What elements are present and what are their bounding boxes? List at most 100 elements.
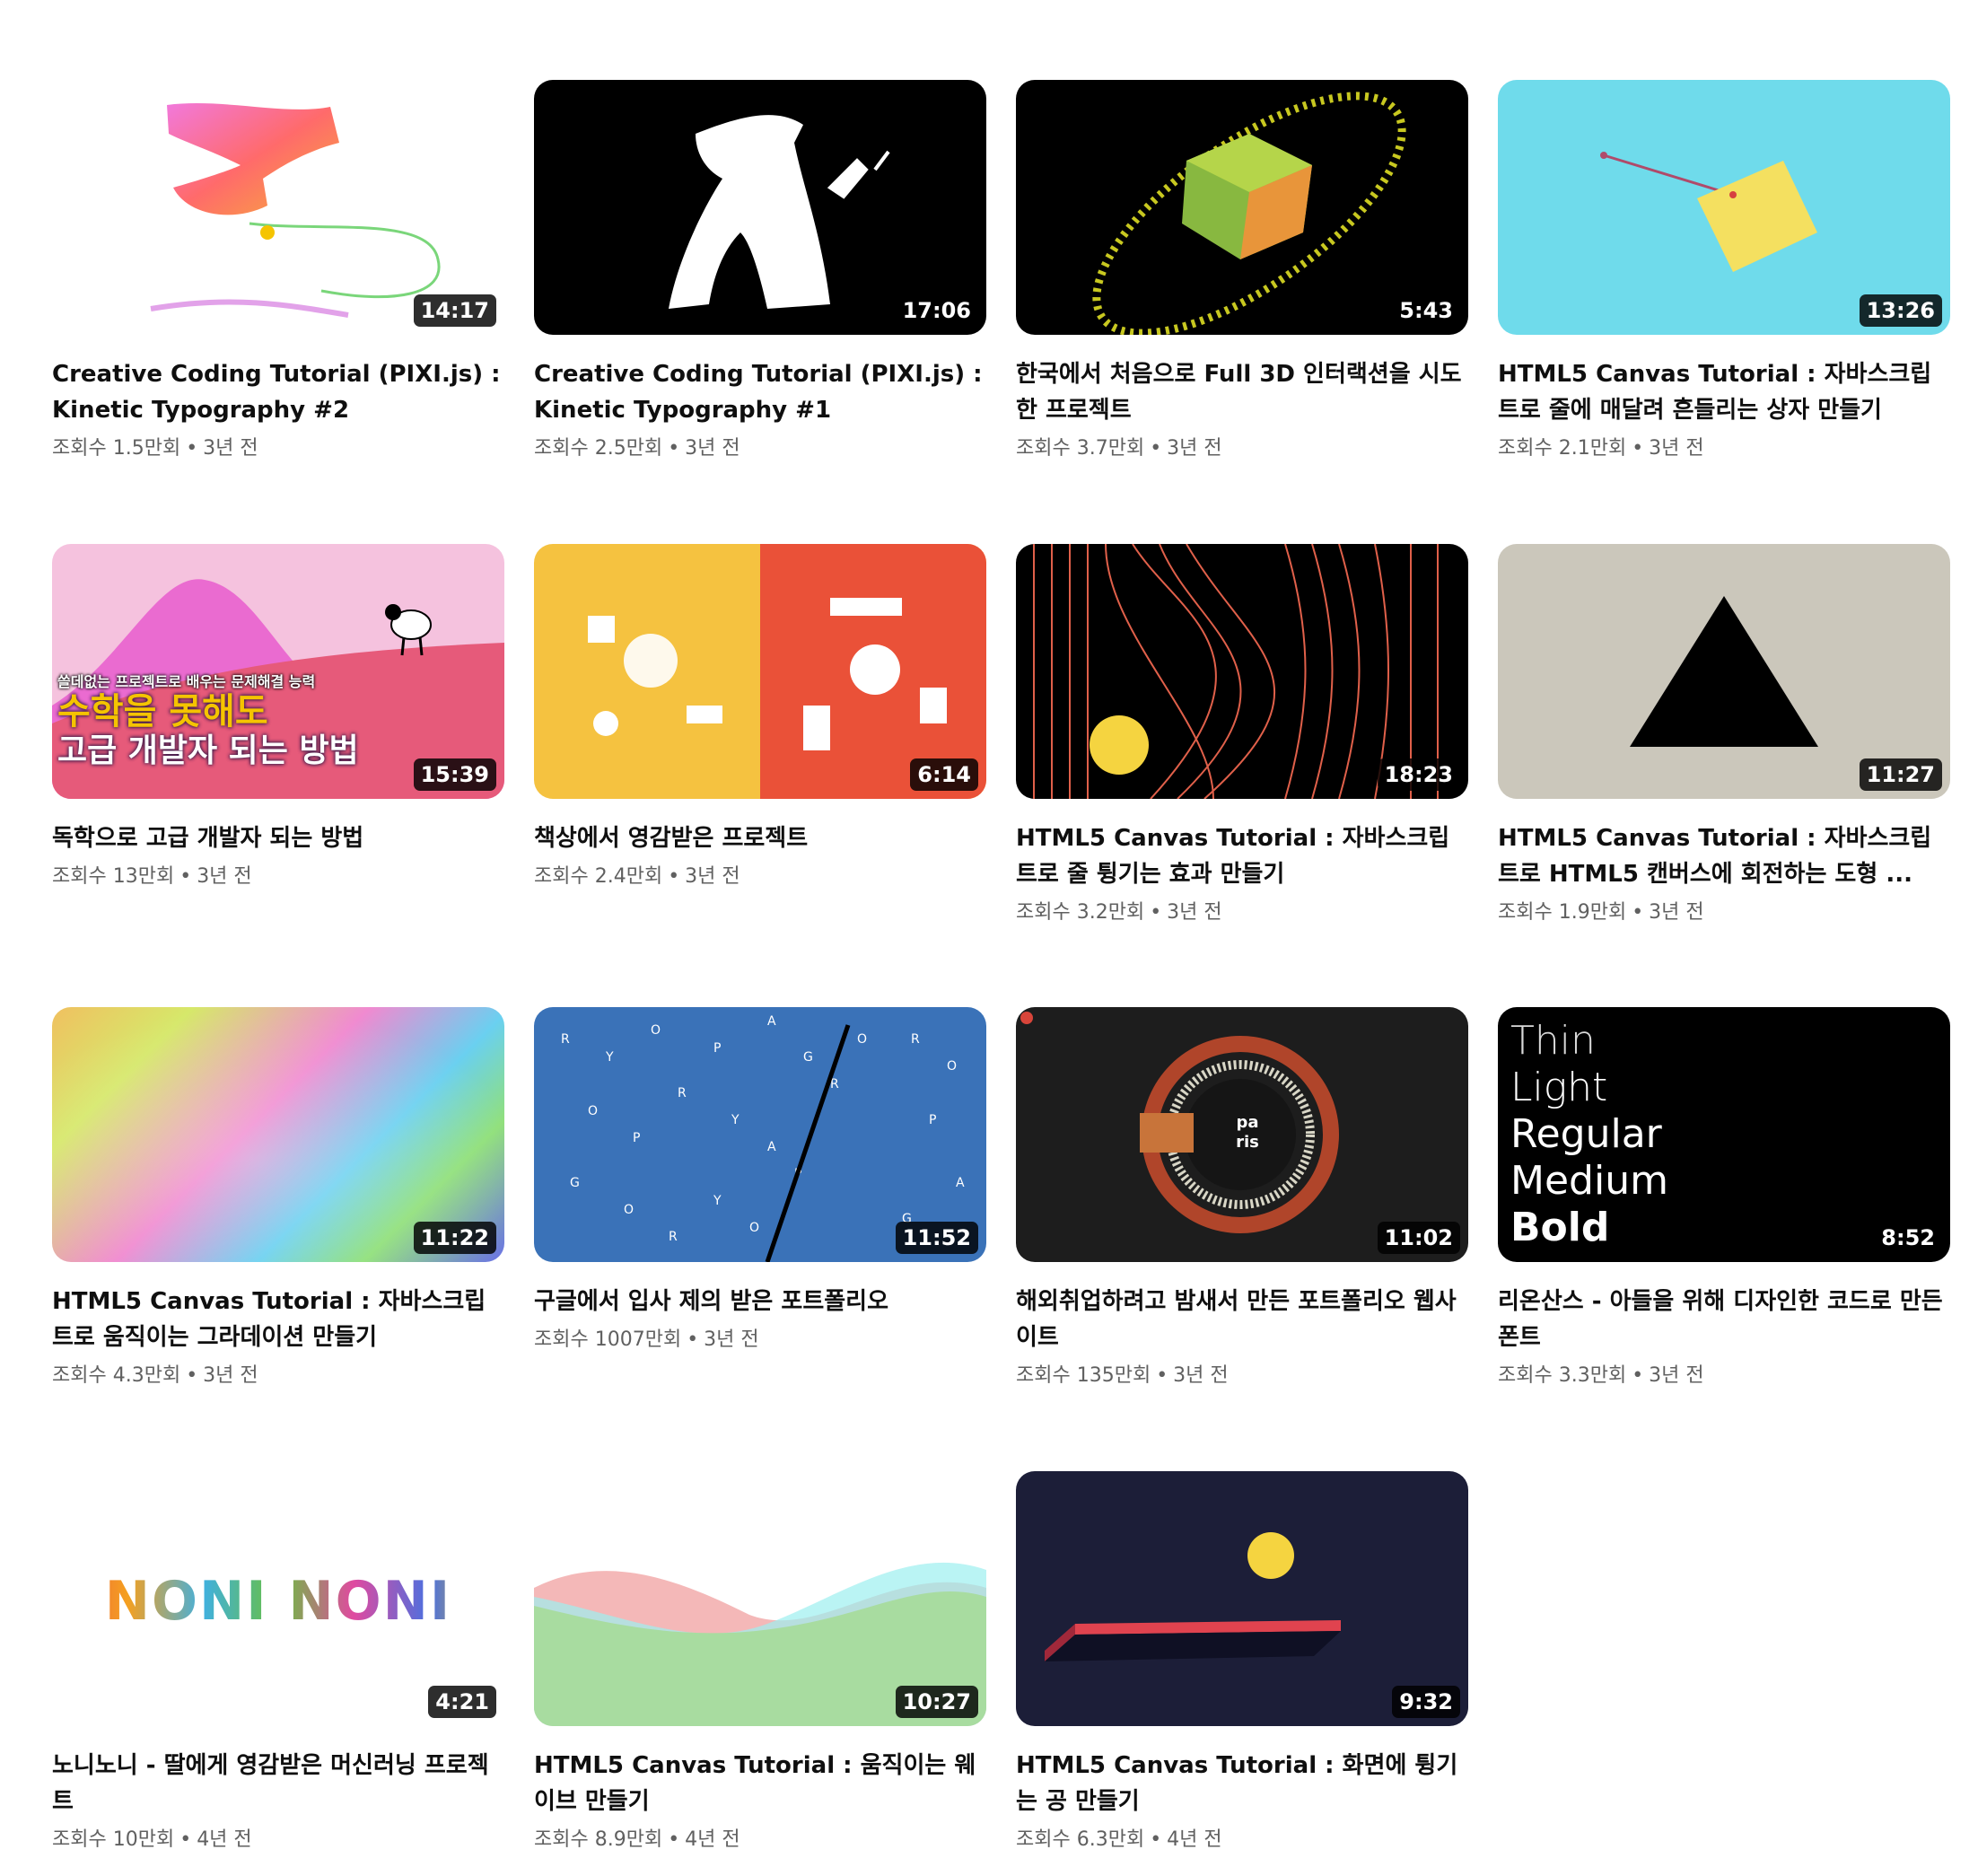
video-card[interactable]: 13:26 HTML5 Canvas Tutorial : 자바스크립트로 줄에…: [1498, 80, 1950, 462]
video-title[interactable]: 리온산스 - 아들을 위해 디자인한 코드로 만든 폰트: [1498, 1284, 1950, 1355]
svg-text:O: O: [947, 1059, 957, 1074]
video-card[interactable]: Thin Light Regular Medium Bold 8:52 리온산스…: [1498, 1007, 1950, 1389]
video-title[interactable]: 해외취업하려고 밤새서 만든 포트폴리오 웹사이트: [1016, 1284, 1468, 1355]
duration-badge: 11:52: [895, 1222, 978, 1254]
video-title[interactable]: 구글에서 입사 제의 받은 포트폴리오: [534, 1284, 986, 1319]
upload-age: 4년 전: [1167, 1828, 1222, 1851]
weight-medium: Medium: [1510, 1158, 1668, 1204]
video-thumbnail[interactable]: 쓸데없는 프로젝트로 배우는 문제해결 능력 수학을 못해도 고급 개발자 되는…: [52, 544, 504, 799]
duration-badge: 11:27: [1859, 758, 1942, 791]
svg-text:G: G: [803, 1050, 813, 1065]
meta-separator: •: [668, 437, 680, 460]
svg-text:O: O: [624, 1203, 634, 1217]
video-card[interactable]: 6:14 책상에서 영감받은 프로젝트 조회수 2.4만회 • 3년 전: [534, 544, 986, 890]
svg-text:O: O: [749, 1221, 759, 1235]
video-card[interactable]: 14:17 Creative Coding Tutorial (PIXI.js)…: [52, 80, 504, 462]
svg-text:P: P: [633, 1131, 640, 1145]
video-card[interactable]: RYOP AGRO OPRY APGO RYOR OPAG 11:52 구글에서…: [534, 1007, 986, 1354]
weight-light: Light: [1510, 1065, 1608, 1110]
duration-badge: 17:06: [895, 294, 978, 327]
svg-text:Y: Y: [731, 1113, 740, 1127]
video-thumbnail[interactable]: pa ris 11:02: [1016, 1007, 1468, 1262]
video-thumbnail[interactable]: 10:27: [534, 1471, 986, 1726]
video-card[interactable]: pa ris 11:02 해외취업하려고 밤새서 만든 포트폴리오 웹사이트 조…: [1016, 1007, 1468, 1389]
video-card[interactable]: 10:27 HTML5 Canvas Tutorial : 움직이는 웨이브 만…: [534, 1471, 986, 1854]
video-card[interactable]: 9:32 HTML5 Canvas Tutorial : 화면에 튕기는 공 만…: [1016, 1471, 1468, 1854]
video-thumbnail[interactable]: 6:14: [534, 544, 986, 799]
video-meta: 조회수 1007만회 • 3년 전: [534, 1327, 986, 1354]
duration-badge: 5:43: [1392, 294, 1460, 327]
meta-separator: •: [687, 1328, 699, 1351]
upload-age: 3년 전: [685, 865, 740, 888]
video-title[interactable]: 독학으로 고급 개발자 되는 방법: [52, 820, 504, 856]
duration-badge: 13:26: [1859, 294, 1942, 327]
video-card[interactable]: 18:23 HTML5 Canvas Tutorial : 자바스크립트로 줄 …: [1016, 544, 1468, 926]
video-thumbnail[interactable]: 5:43: [1016, 80, 1468, 335]
video-title[interactable]: 노니노니 - 딸에게 영감받은 머신러닝 프로젝트: [52, 1748, 504, 1819]
duration-badge: 10:27: [895, 1686, 978, 1718]
noni-wordmark: NONI NONI: [52, 1570, 504, 1633]
svg-text:P: P: [929, 1113, 936, 1127]
thumbnail-caption: pa ris: [1236, 1113, 1259, 1152]
svg-text:G: G: [570, 1176, 580, 1190]
weight-bold: Bold: [1510, 1205, 1610, 1250]
video-title[interactable]: Creative Coding Tutorial (PIXI.js) : Kin…: [534, 356, 986, 428]
view-count: 조회수 1007만회: [534, 1328, 682, 1351]
view-count: 조회수 3.7만회: [1016, 437, 1145, 460]
view-count: 조회수 2.1만회: [1498, 437, 1627, 460]
video-title[interactable]: Creative Coding Tutorial (PIXI.js) : Kin…: [52, 356, 504, 428]
video-thumbnail[interactable]: 17:06: [534, 80, 986, 335]
video-title[interactable]: HTML5 Canvas Tutorial : 자바스크립트로 움직이는 그라데…: [52, 1284, 504, 1355]
video-thumbnail[interactable]: 14:17: [52, 80, 504, 335]
video-thumbnail[interactable]: 11:27: [1498, 544, 1950, 799]
upload-age: 3년 전: [197, 865, 252, 888]
svg-text:A: A: [767, 1140, 776, 1154]
video-meta: 조회수 1.9만회 • 3년 전: [1498, 899, 1950, 926]
duration-badge: 11:02: [1377, 1222, 1460, 1254]
video-card[interactable]: 11:27 HTML5 Canvas Tutorial : 자바스크립트로 HT…: [1498, 544, 1950, 926]
video-title[interactable]: HTML5 Canvas Tutorial : 자바스크립트로 줄 튕기는 효과…: [1016, 820, 1468, 892]
meta-separator: •: [1632, 901, 1644, 924]
svg-text:A: A: [767, 1014, 776, 1029]
video-card[interactable]: 11:22 HTML5 Canvas Tutorial : 자바스크립트로 움직…: [52, 1007, 504, 1389]
video-meta: 조회수 4.3만회 • 3년 전: [52, 1363, 504, 1389]
svg-text:R: R: [561, 1032, 570, 1047]
upload-age: 3년 전: [1173, 1364, 1229, 1387]
duration-badge: 9:32: [1392, 1686, 1460, 1718]
upload-age: 3년 전: [1649, 437, 1704, 460]
view-count: 조회수 1.9만회: [1498, 901, 1627, 924]
video-title[interactable]: 책상에서 영감받은 프로젝트: [534, 820, 986, 856]
meta-separator: •: [186, 1364, 198, 1387]
video-card[interactable]: 5:43 한국에서 처음으로 Full 3D 인터랙션을 시도한 프로젝트 조회…: [1016, 80, 1468, 462]
video-title[interactable]: HTML5 Canvas Tutorial : 화면에 튕기는 공 만들기: [1016, 1748, 1468, 1819]
video-thumbnail[interactable]: Thin Light Regular Medium Bold 8:52: [1498, 1007, 1950, 1262]
duration-badge: 11:22: [413, 1222, 496, 1254]
meta-separator: •: [179, 865, 192, 888]
caption-subtitle: 쓸데없는 프로젝트로 배우는 문제해결 능력: [57, 673, 316, 690]
video-title[interactable]: HTML5 Canvas Tutorial : 자바스크립트로 줄에 매달려 흔…: [1498, 356, 1950, 428]
view-count: 조회수 4.3만회: [52, 1364, 181, 1387]
video-title[interactable]: 한국에서 처음으로 Full 3D 인터랙션을 시도한 프로젝트: [1016, 356, 1468, 428]
video-thumbnail[interactable]: NONI NONI 4:21: [52, 1471, 504, 1726]
video-title[interactable]: HTML5 Canvas Tutorial : 자바스크립트로 HTML5 캔버…: [1498, 820, 1950, 892]
view-count: 조회수 8.9만회: [534, 1828, 663, 1851]
video-thumbnail[interactable]: 18:23: [1016, 544, 1468, 799]
video-thumbnail[interactable]: RYOP AGRO OPRY APGO RYOR OPAG 11:52: [534, 1007, 986, 1262]
video-thumbnail[interactable]: 9:32: [1016, 1471, 1468, 1726]
svg-text:R: R: [678, 1086, 687, 1100]
duration-badge: 6:14: [910, 758, 978, 791]
video-card[interactable]: 쓸데없는 프로젝트로 배우는 문제해결 능력 수학을 못해도 고급 개발자 되는…: [52, 544, 504, 890]
video-card[interactable]: 17:06 Creative Coding Tutorial (PIXI.js)…: [534, 80, 986, 462]
weight-thin: Thin: [1510, 1018, 1596, 1064]
upload-age: 3년 전: [1167, 437, 1222, 460]
upload-age: 4년 전: [197, 1828, 252, 1851]
svg-text:A: A: [956, 1176, 965, 1190]
video-thumbnail[interactable]: 11:22: [52, 1007, 504, 1262]
meta-separator: •: [1632, 437, 1644, 460]
video-meta: 조회수 3.2만회 • 3년 전: [1016, 899, 1468, 926]
video-card[interactable]: NONI NONI 4:21 노니노니 - 딸에게 영감받은 머신러닝 프로젝트…: [52, 1471, 504, 1854]
video-title[interactable]: HTML5 Canvas Tutorial : 움직이는 웨이브 만들기: [534, 1748, 986, 1819]
video-meta: 조회수 3.7만회 • 3년 전: [1016, 435, 1468, 462]
video-meta: 조회수 2.4만회 • 3년 전: [534, 863, 986, 890]
video-thumbnail[interactable]: 13:26: [1498, 80, 1950, 335]
